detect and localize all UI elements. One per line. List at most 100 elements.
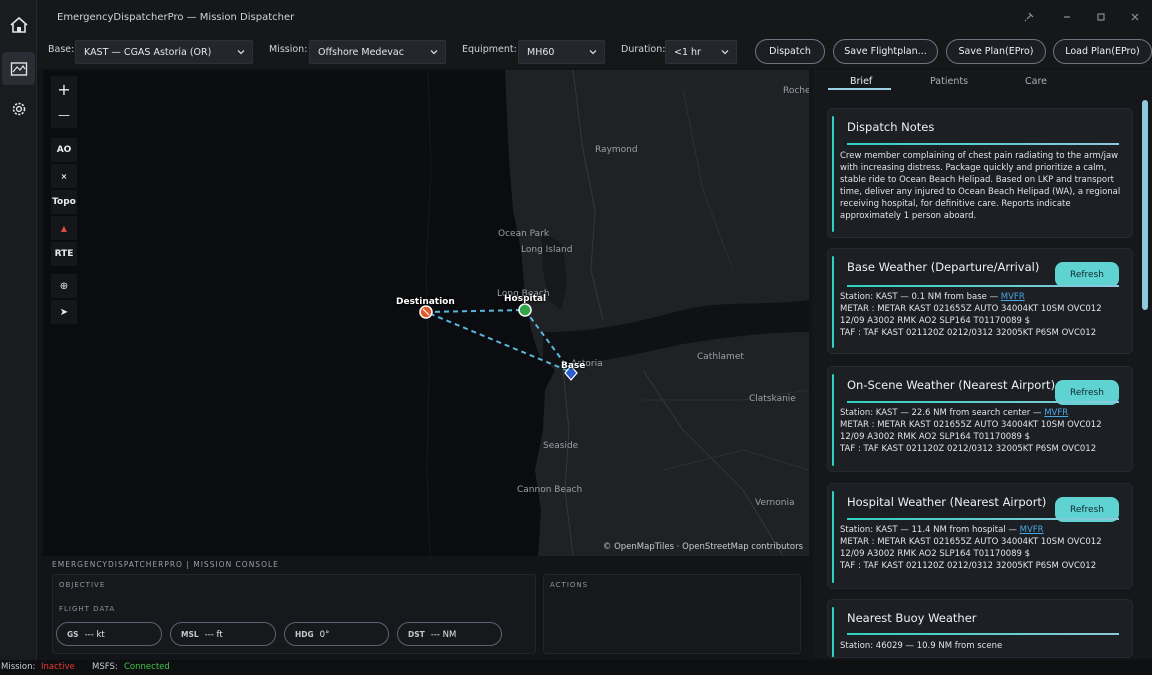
scene-weather-title: On-Scene Weather (Nearest Airport) xyxy=(847,378,1056,392)
card-accent xyxy=(832,374,834,466)
card-underline xyxy=(847,401,1119,403)
scene-weather-card: On-Scene Weather (Nearest Airport) Refre… xyxy=(827,366,1133,472)
zoom-in-button[interactable]: + xyxy=(51,76,77,102)
zoom-out-button[interactable]: — xyxy=(51,102,77,128)
duration-label: Duration: xyxy=(621,44,666,55)
chevron-down-icon xyxy=(237,50,245,55)
place-label: Long Island xyxy=(521,245,573,255)
equipment-label: Equipment: xyxy=(462,44,517,55)
app-window: EmergencyDispatcherPro — Mission Dispatc… xyxy=(0,0,1152,675)
hospital-weather-body: Station: KAST — 11.4 NM from hospital — … xyxy=(840,525,1102,571)
base-label: Base: xyxy=(48,44,75,55)
mission-label: Mission: xyxy=(269,44,308,55)
mission-console: EMERGENCYDISPATCHERPRO | MISSION CONSOLE… xyxy=(43,556,809,658)
hospital-weather-title: Hospital Weather (Nearest Airport) xyxy=(847,495,1047,509)
duration-select-value: <1 hr xyxy=(674,47,701,58)
base-label-map: Base xyxy=(561,361,586,371)
buoy-weather-body: Station: 46029 — 10.9 NM from scene xyxy=(840,641,1003,651)
flight-category-link[interactable]: MVFR xyxy=(1001,292,1025,302)
center-button[interactable]: ⊕ xyxy=(51,274,77,298)
chevron-down-icon xyxy=(430,50,438,55)
msl-readout: MSL --- ft xyxy=(170,622,276,646)
card-accent xyxy=(832,256,834,348)
mission-status-value: Inactive xyxy=(41,662,75,672)
card-underline xyxy=(847,518,1119,520)
tab-patients[interactable]: Patients xyxy=(930,76,968,87)
duration-select[interactable]: <1 hr xyxy=(665,40,737,64)
minimize-icon[interactable] xyxy=(1055,8,1079,26)
locate-button[interactable]: ➤ xyxy=(51,300,77,324)
scene-weather-body: Station: KAST — 22.6 NM from search cent… xyxy=(840,408,1102,454)
close-icon[interactable] xyxy=(1123,8,1147,26)
destination-marker[interactable] xyxy=(419,305,433,319)
terrain-warning-button[interactable]: ▲ xyxy=(51,216,77,240)
dispatch-notes-title: Dispatch Notes xyxy=(847,120,935,134)
flight-category-link[interactable]: MVFR xyxy=(1044,408,1068,418)
card-underline xyxy=(847,285,1119,287)
dispatch-notes-text: Crew member complaining of chest pain ra… xyxy=(840,151,1121,221)
card-underline xyxy=(847,633,1119,635)
console-title: EMERGENCYDISPATCHERPRO | MISSION CONSOLE xyxy=(52,560,279,569)
ao-button[interactable]: AO xyxy=(51,138,77,162)
place-label: Cathlamet xyxy=(697,352,744,362)
base-select[interactable]: KAST — CGAS Astoria (OR) xyxy=(75,40,253,64)
panel-scrollbar[interactable] xyxy=(1142,100,1148,310)
chevron-down-icon xyxy=(589,50,597,55)
place-label: Vernonia xyxy=(755,498,795,508)
place-label: Ocean Park xyxy=(498,229,550,239)
equipment-select[interactable]: MH60 xyxy=(518,40,605,64)
place-label: Roche xyxy=(783,86,809,96)
flight-category-link[interactable]: MVFR xyxy=(1020,525,1044,535)
card-accent xyxy=(832,607,834,657)
buoy-weather-card: Nearest Buoy Weather Station: 46029 — 10… xyxy=(827,599,1133,658)
topo-button[interactable]: Topo xyxy=(51,190,77,214)
dispatch-button[interactable]: Dispatch xyxy=(755,39,825,64)
mission-select-value: Offshore Medevac xyxy=(318,47,404,58)
route-button[interactable]: RTE xyxy=(51,242,77,266)
place-label: Seaside xyxy=(543,441,579,451)
base-weather-body: Station: KAST — 0.1 NM from base — MVFR … xyxy=(840,292,1102,338)
home-icon[interactable] xyxy=(2,8,35,41)
msfs-status-value: Connected xyxy=(124,662,170,672)
tab-care[interactable]: Care xyxy=(1025,76,1047,87)
base-weather-card: Base Weather (Departure/Arrival) Refresh… xyxy=(827,248,1133,354)
card-accent xyxy=(832,116,834,232)
dispatch-notes-card: Dispatch Notes Crew member complaining o… xyxy=(827,108,1133,238)
map-basemap xyxy=(43,70,809,556)
base-weather-title: Base Weather (Departure/Arrival) xyxy=(847,260,1040,274)
map-icon[interactable] xyxy=(2,52,35,85)
mission-select[interactable]: Offshore Medevac xyxy=(309,40,446,64)
buoy-weather-title: Nearest Buoy Weather xyxy=(847,611,977,625)
maximize-icon[interactable] xyxy=(1089,8,1113,26)
flight-data-heading: FLIGHT DATA xyxy=(59,605,116,613)
hdg-readout: HDG 0° xyxy=(284,622,389,646)
pin-icon[interactable] xyxy=(1017,8,1041,26)
tab-brief[interactable]: Brief xyxy=(850,76,872,87)
card-accent xyxy=(832,491,834,583)
load-plan-button[interactable]: Load Plan(EPro) xyxy=(1053,39,1152,64)
map-view[interactable]: + — AO × Topo ▲ RTE ⊕ ➤ Roche Raymond Oc… xyxy=(43,70,809,556)
hospital-label: Hospital xyxy=(504,294,547,304)
place-label: Raymond xyxy=(595,145,638,155)
save-flightplan-button[interactable]: Save Flightplan... xyxy=(833,39,938,64)
brief-panel: Brief Patients Care Dispatch Notes Crew … xyxy=(813,70,1152,658)
base-select-value: KAST — CGAS Astoria (OR) xyxy=(84,47,212,58)
map-attribution: © OpenMapTiles · OpenStreetMap contribut… xyxy=(602,542,803,552)
base-weather-refresh-button[interactable]: Refresh xyxy=(1055,262,1119,287)
gs-readout: GS --- kt xyxy=(56,622,162,646)
save-plan-button[interactable]: Save Plan(EPro) xyxy=(946,39,1046,64)
card-underline xyxy=(847,143,1119,145)
window-title: EmergencyDispatcherPro — Mission Dispatc… xyxy=(57,12,295,23)
equipment-select-value: MH60 xyxy=(527,47,555,58)
chevron-down-icon xyxy=(721,50,729,55)
dst-readout: DST --- NM xyxy=(397,622,502,646)
gear-icon[interactable] xyxy=(2,92,35,125)
destination-label: Destination xyxy=(396,297,455,307)
panel-tabs: Brief Patients Care xyxy=(813,70,1152,96)
tab-indicator xyxy=(828,88,891,90)
msfs-status-label: MSFS: xyxy=(92,662,118,672)
clear-ao-button[interactable]: × xyxy=(51,164,77,188)
hospital-marker[interactable] xyxy=(518,303,532,317)
place-label: Cannon Beach xyxy=(517,485,583,495)
mission-status-label: Mission: xyxy=(1,662,36,672)
